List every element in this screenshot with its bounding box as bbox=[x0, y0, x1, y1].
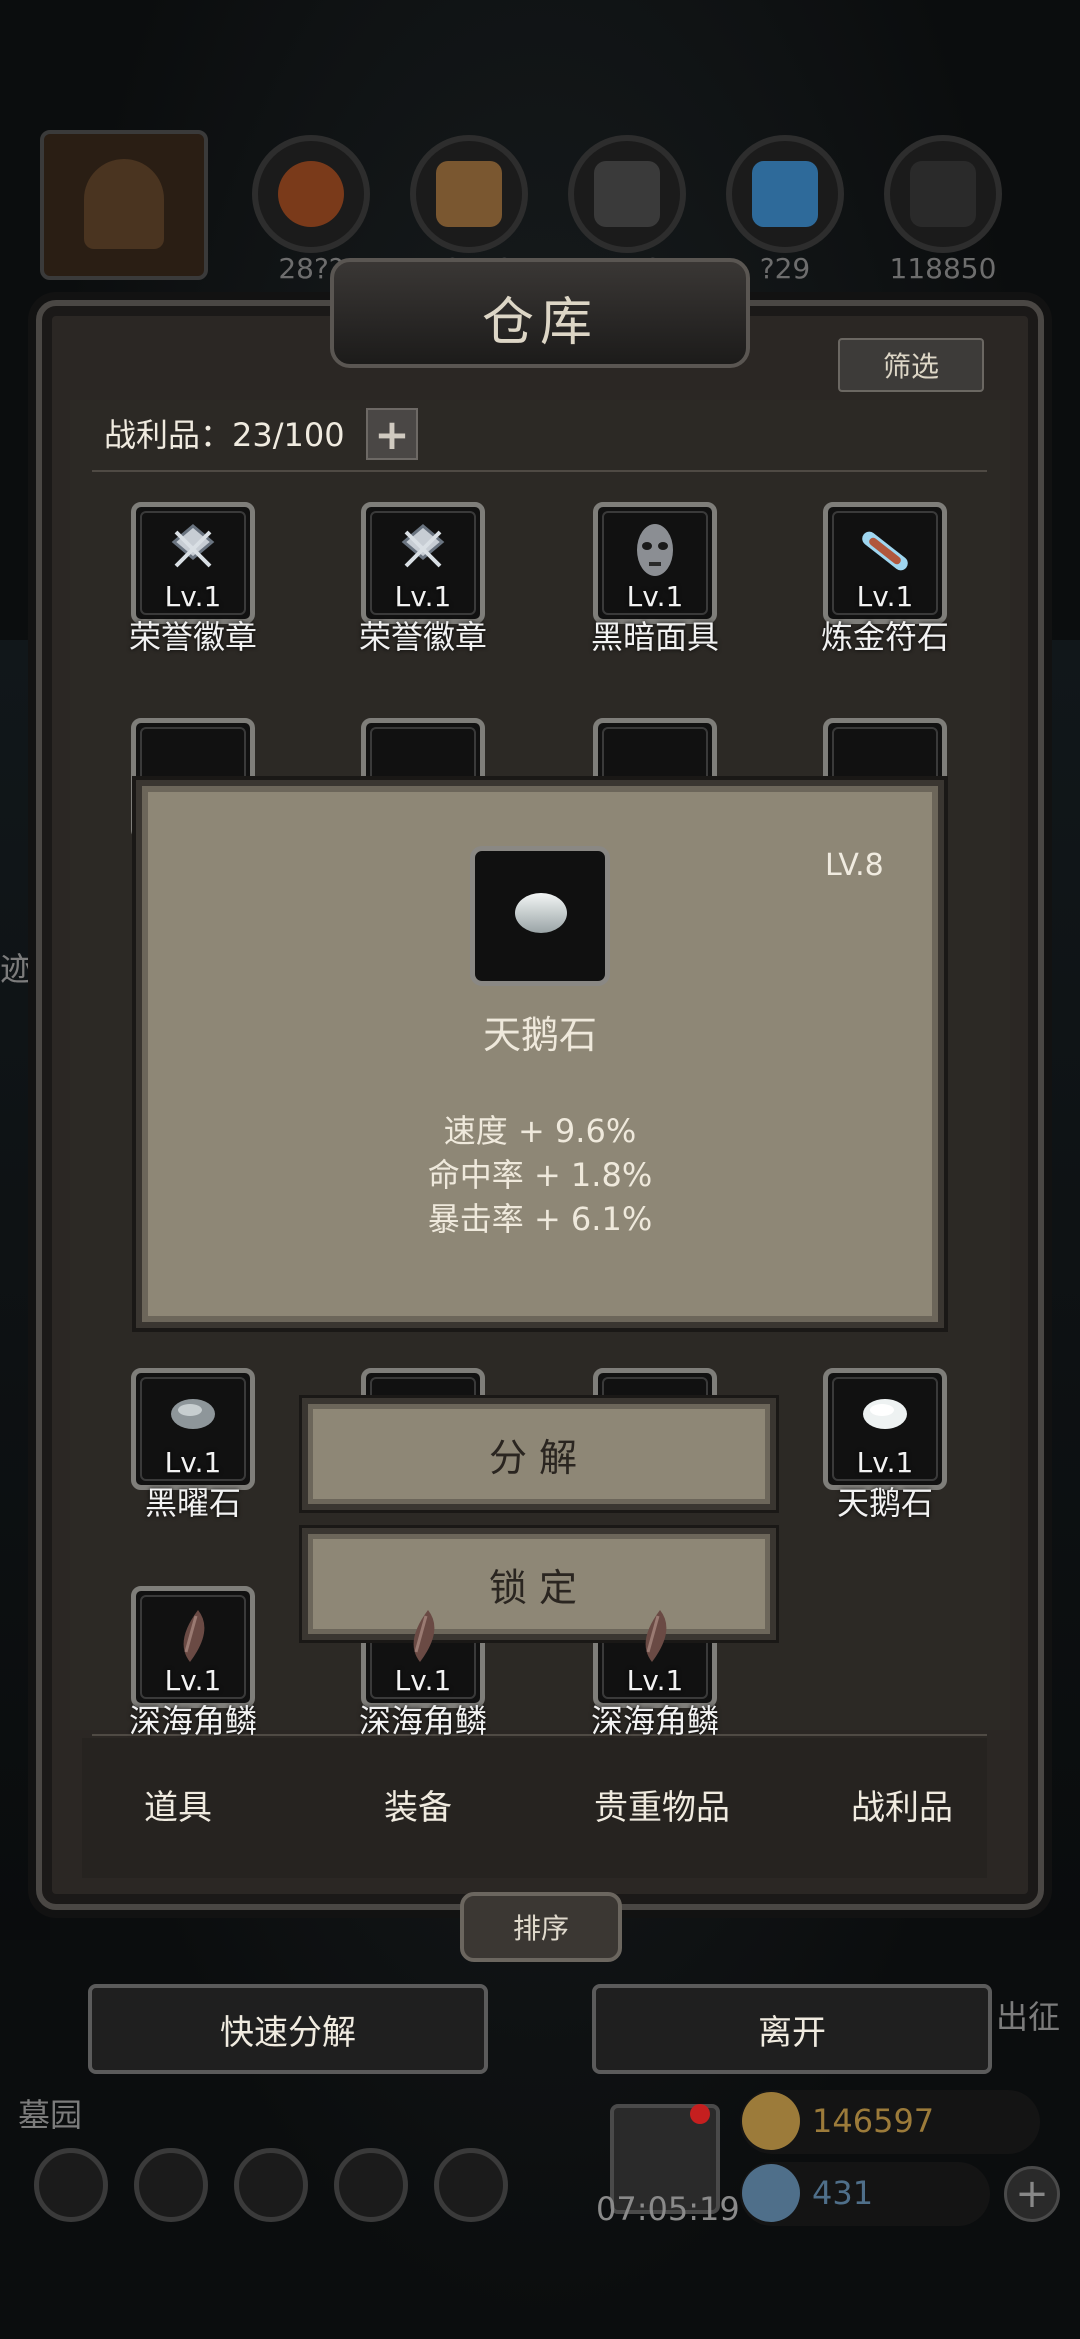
gold-value: 146597 bbox=[812, 2102, 935, 2140]
inventory-item[interactable]: Lv.1 天鹅石 bbox=[820, 1368, 950, 1528]
castle-icon[interactable] bbox=[234, 2148, 308, 2222]
item-stat-crit: 暴击率 + 6.1% bbox=[427, 1200, 653, 1238]
decompose-button[interactable]: 分解 bbox=[302, 1398, 776, 1510]
gold-coin-icon bbox=[742, 2092, 800, 2150]
gold-counter: 146597 bbox=[740, 2090, 1040, 2154]
swan-stone-icon bbox=[470, 846, 610, 986]
item-name: 黑曜石 bbox=[144, 1484, 241, 1522]
inventory-item[interactable]: Lv.1 黑暗面具 bbox=[590, 502, 720, 662]
gem-value: 431 bbox=[812, 2174, 874, 2212]
quick-decompose-button[interactable]: 快速分解 bbox=[88, 1984, 488, 2074]
cemetery-label[interactable]: 墓园 bbox=[18, 2090, 82, 2136]
inventory-item[interactable]: Lv.1 荣誉徽章 bbox=[358, 502, 488, 662]
item-name: 黑暗面具 bbox=[590, 618, 719, 656]
item-level: Lv.1 bbox=[626, 1664, 684, 1697]
obsidian-icon bbox=[171, 1399, 215, 1429]
expand-capacity-button[interactable]: + bbox=[366, 408, 418, 460]
loot-count-label: 战利品：23/100 bbox=[104, 416, 345, 454]
item-name: 深海角鳞 bbox=[358, 1702, 487, 1740]
swan-stone-icon bbox=[863, 1399, 907, 1429]
item-stat-speed: 速度 + 9.6% bbox=[443, 1112, 637, 1150]
side-label-left: 迹 bbox=[0, 950, 33, 988]
item-level: Lv.1 bbox=[164, 1664, 222, 1697]
expedition-label[interactable]: 出征 bbox=[996, 1992, 1060, 2038]
item-stat-accuracy: 命中率 + 1.8% bbox=[427, 1156, 653, 1194]
hero-portrait[interactable] bbox=[40, 130, 208, 280]
gem-icon bbox=[742, 2164, 800, 2222]
settings-icon[interactable] bbox=[34, 2148, 108, 2222]
filter-button[interactable]: 筛选 bbox=[838, 338, 984, 392]
item-level: Lv.1 bbox=[856, 1446, 914, 1479]
alchemy-rune-icon bbox=[862, 531, 908, 571]
item-name: 深海角鳞 bbox=[128, 1702, 257, 1740]
tab-valuables[interactable]: 贵重物品 bbox=[562, 1780, 762, 1829]
inventory-item[interactable]: Lv.1 深海角鳞 bbox=[128, 1586, 258, 1746]
item-name: 荣誉徽章 bbox=[128, 618, 257, 656]
resource-ore-icon bbox=[884, 135, 1002, 253]
item-name: 深海角鳞 bbox=[590, 1702, 719, 1740]
item-name: 天鹅石 bbox=[836, 1484, 933, 1522]
tab-items[interactable]: 道具 bbox=[78, 1780, 278, 1829]
deep-sea-scale-icon bbox=[183, 1610, 205, 1662]
sort-button[interactable]: 排序 bbox=[460, 1892, 622, 1962]
deep-sea-scale-icon bbox=[413, 1610, 435, 1662]
inventory-item[interactable]: Lv.1 炼金符石 bbox=[820, 502, 950, 662]
item-name: 荣誉徽章 bbox=[358, 618, 487, 656]
inventory-item[interactable]: Lv.1 黑曜石 bbox=[128, 1368, 258, 1528]
resource-meat-icon bbox=[252, 135, 370, 253]
gift-timer: 07:05:19 bbox=[596, 2190, 740, 2228]
resource-iron-icon bbox=[568, 135, 686, 253]
tab-loot[interactable]: 战利品 bbox=[802, 1780, 1002, 1829]
resource-wood-icon bbox=[410, 135, 528, 253]
item-level: Lv.1 bbox=[164, 580, 222, 613]
mail-icon[interactable] bbox=[334, 2148, 408, 2222]
item-level: Lv.1 bbox=[394, 580, 452, 613]
item-level: Lv.1 bbox=[394, 1664, 452, 1697]
item-level: Lv.1 bbox=[164, 1446, 222, 1479]
notification-dot bbox=[690, 2104, 710, 2124]
tab-equipment[interactable]: 装备 bbox=[318, 1780, 518, 1829]
item-name: 炼金符石 bbox=[820, 618, 949, 656]
honor-badge-icon bbox=[401, 524, 445, 568]
divider-top bbox=[92, 470, 987, 472]
deep-sea-scale-icon bbox=[645, 1610, 667, 1662]
leave-button[interactable]: 离开 bbox=[592, 1984, 992, 2074]
honor-badge-icon bbox=[171, 524, 215, 568]
dark-mask-icon bbox=[637, 524, 673, 576]
shop-icon[interactable] bbox=[434, 2148, 508, 2222]
inventory-item[interactable]: Lv.1 荣誉徽章 bbox=[128, 502, 258, 662]
gem-counter: 431 bbox=[740, 2162, 990, 2226]
hero-icon[interactable] bbox=[134, 2148, 208, 2222]
add-currency-button[interactable]: + bbox=[1004, 2166, 1060, 2222]
item-level: Lv.1 bbox=[856, 580, 914, 613]
item-level: Lv.1 bbox=[626, 580, 684, 613]
item-detail-level: LV.8 bbox=[825, 848, 884, 883]
lock-button[interactable]: 锁定 bbox=[302, 1528, 776, 1640]
resource-crystal-icon bbox=[726, 135, 844, 253]
item-detail-name: 天鹅石 bbox=[482, 1013, 597, 1057]
